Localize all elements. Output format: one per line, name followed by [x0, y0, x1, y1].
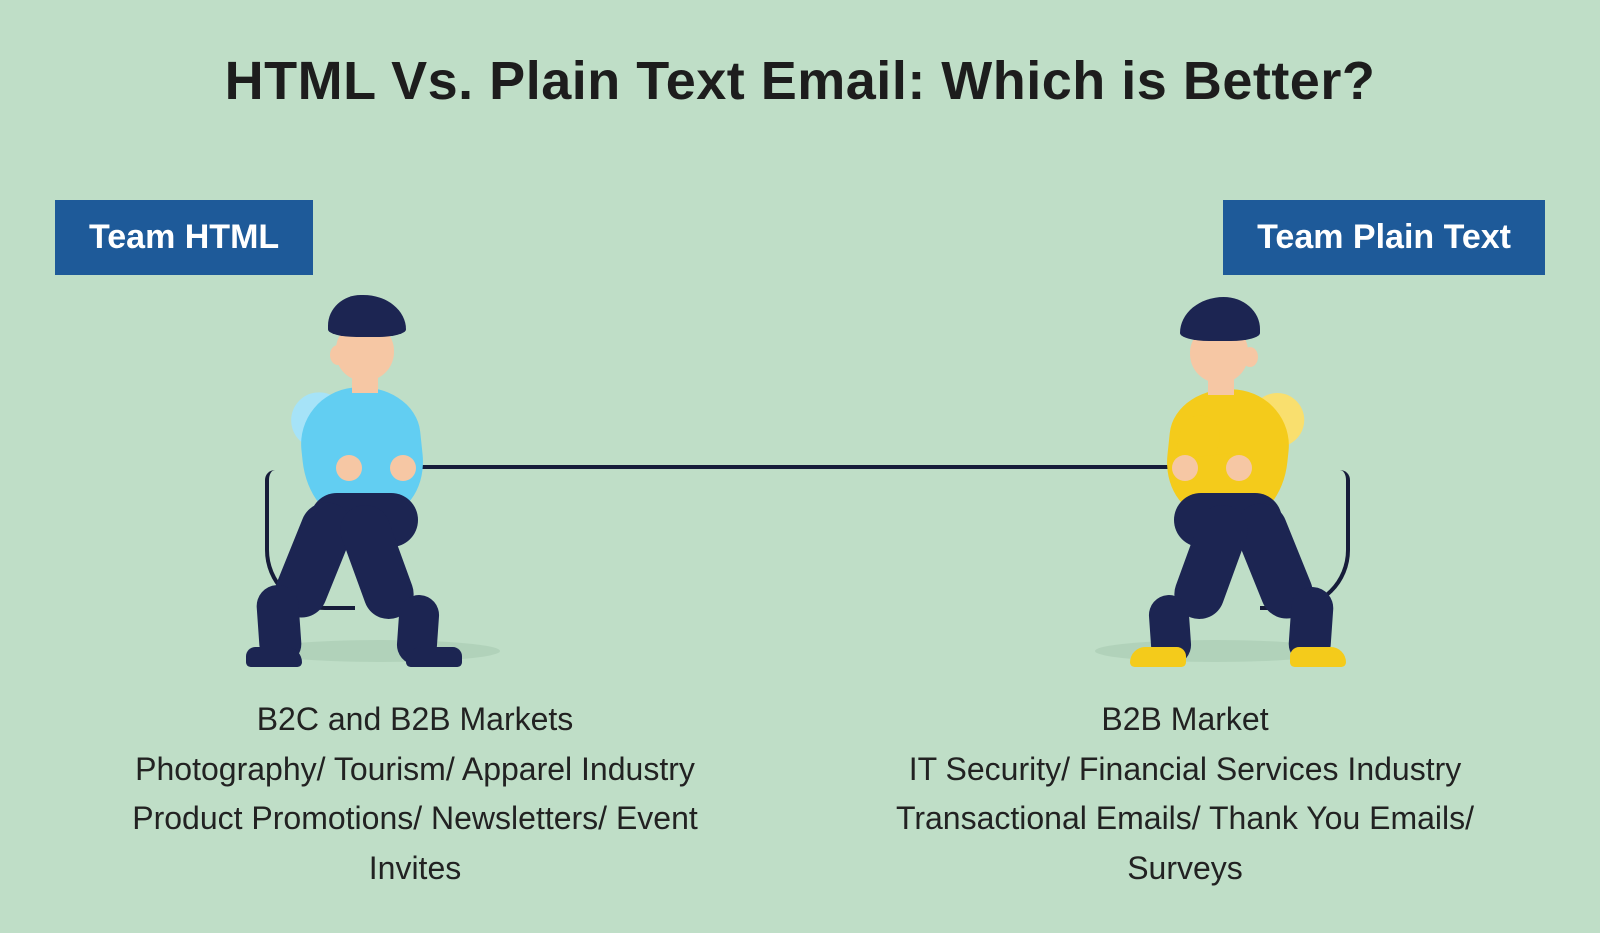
list-item: Transactional Emails/ Thank You Emails/ … [865, 794, 1505, 893]
list-item: Photography/ Tourism/ Apparel Industry [95, 745, 735, 795]
person-team-html-icon [240, 295, 500, 655]
list-item: B2C and B2B Markets [95, 695, 735, 745]
team-html-use-cases: B2C and B2B Markets Photography/ Tourism… [95, 695, 735, 893]
team-plaintext-badge: Team Plain Text [1223, 200, 1545, 275]
team-plaintext-use-cases: B2B Market IT Security/ Financial Servic… [865, 695, 1505, 893]
person-team-plaintext-icon [1090, 295, 1350, 655]
list-item: IT Security/ Financial Services Industry [865, 745, 1505, 795]
page-title: HTML Vs. Plain Text Email: Which is Bett… [0, 50, 1600, 112]
list-item: Product Promotions/ Newsletters/ Event I… [95, 794, 735, 893]
list-item: B2B Market [865, 695, 1505, 745]
team-html-badge: Team HTML [55, 200, 313, 275]
